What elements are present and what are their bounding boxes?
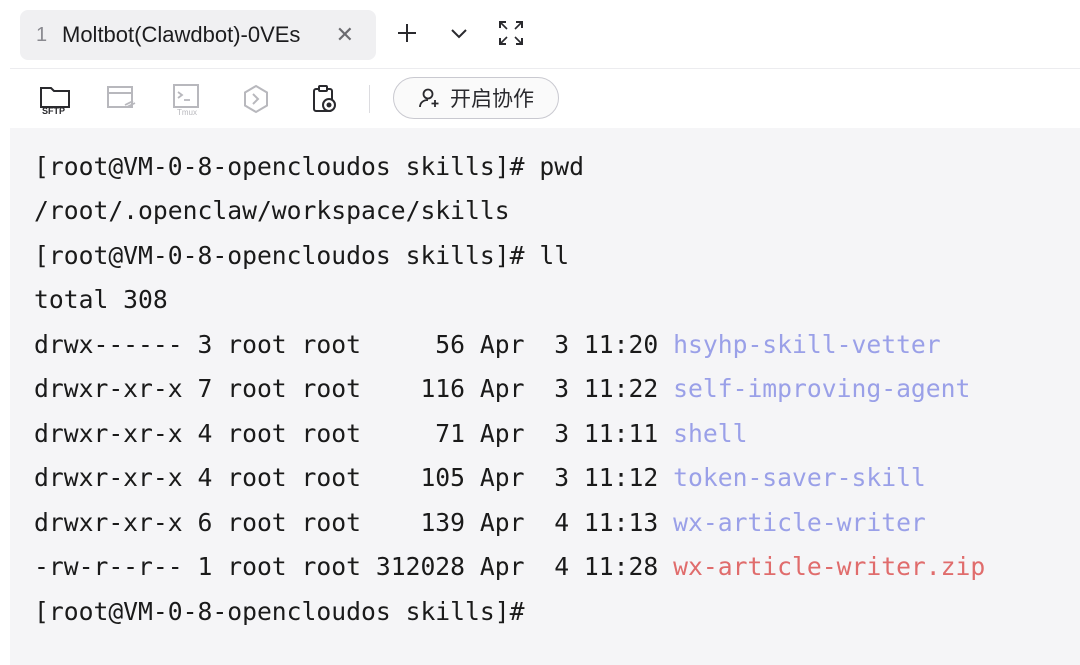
- listing-meta: drwxr-xr-x 4 root root 105 Apr 3 11:12: [34, 463, 674, 492]
- remote-desktop-button[interactable]: [102, 81, 142, 117]
- listing-meta: drwxr-xr-x 4 root root 71 Apr 3 11:11: [34, 419, 674, 448]
- directory-name: wx-article-writer: [673, 508, 926, 537]
- svg-text:Tmux: Tmux: [177, 108, 197, 116]
- listing-meta: -rw-r--r-- 1 root root 312028 Apr 4 11:2…: [34, 552, 674, 581]
- tab-title: Moltbot(Clawdbot)-0VEs: [62, 22, 301, 47]
- collaboration-label: 开启协作: [450, 88, 534, 111]
- chevron-down-icon: [451, 29, 467, 39]
- listing-meta: drwxr-xr-x 7 root root 116 Apr 3 11:22: [34, 374, 674, 403]
- tab-index: 1: [36, 24, 48, 46]
- listing-row: drwxr-xr-x 7 root root 116 Apr 3 11:22 s…: [34, 369, 970, 409]
- terminal-output[interactable]: [root@VM-0-8-opencloudos skills]# pwd /r…: [10, 128, 1080, 665]
- fullscreen-icon: [499, 21, 523, 45]
- toolbar: SFTP Tmux 开启协作: [10, 68, 1080, 129]
- hexagon-plugin-icon: [244, 84, 268, 114]
- terminal-line: [root@VM-0-8-opencloudos skills]# ll: [34, 241, 570, 270]
- listing-meta: drwx------ 3 root root 56 Apr 3 11:20: [34, 330, 674, 359]
- window-transfer-icon: [107, 86, 136, 108]
- sftp-button[interactable]: SFTP: [36, 81, 76, 117]
- listing-row: drwxr-xr-x 4 root root 105 Apr 3 11:12 t…: [34, 458, 926, 498]
- close-tab-icon[interactable]: ✕: [336, 22, 354, 48]
- tab-bar: 1 Moltbot(Clawdbot)-0VEs ✕: [10, 0, 1080, 68]
- terminal-line: total 308: [34, 285, 168, 314]
- listing-meta: drwxr-xr-x 6 root root 139 Apr 4 11:13: [34, 508, 674, 537]
- shell-prompt: [root@VM-0-8-opencloudos skills]#: [34, 597, 525, 626]
- session-tab[interactable]: 1 Moltbot(Clawdbot)-0VEs ✕: [20, 10, 376, 60]
- listing-row: -rw-r--r-- 1 root root 312028 Apr 4 11:2…: [34, 547, 985, 587]
- add-user-icon: [419, 88, 439, 108]
- clipboard-record-icon: [313, 85, 336, 112]
- terminal-line: [root@VM-0-8-opencloudos skills]# pwd: [34, 152, 584, 181]
- plus-icon: [398, 24, 416, 42]
- terminal-line: /root/.openclaw/workspace/skills: [34, 196, 510, 225]
- directory-name: self-improving-agent: [673, 374, 971, 403]
- tab-dropdown-button[interactable]: [442, 16, 476, 50]
- directory-name: hsyhp-skill-vetter: [673, 330, 941, 359]
- start-collaboration-button[interactable]: 开启协作: [393, 77, 559, 119]
- listing-row: drwxr-xr-x 4 root root 71 Apr 3 11:11 sh…: [34, 414, 747, 454]
- plugin-button[interactable]: [236, 81, 276, 117]
- directory-name: shell: [673, 419, 748, 448]
- listing-row: drwxr-xr-x 6 root root 139 Apr 4 11:13 w…: [34, 503, 926, 543]
- toolbar-divider: [369, 85, 370, 113]
- sftp-folder-icon: SFTP: [40, 87, 70, 116]
- svg-text:SFTP: SFTP: [42, 106, 65, 116]
- tmux-terminal-icon: Tmux: [173, 84, 199, 116]
- listing-row: drwx------ 3 root root 56 Apr 3 11:20 hs…: [34, 325, 941, 365]
- archive-file-name: wx-article-writer.zip: [673, 552, 986, 581]
- new-tab-button[interactable]: [390, 16, 424, 50]
- tmux-button[interactable]: Tmux: [168, 81, 208, 117]
- directory-name: token-saver-skill: [673, 463, 926, 492]
- fullscreen-button[interactable]: [494, 16, 528, 50]
- screenshot-button[interactable]: [304, 81, 344, 117]
